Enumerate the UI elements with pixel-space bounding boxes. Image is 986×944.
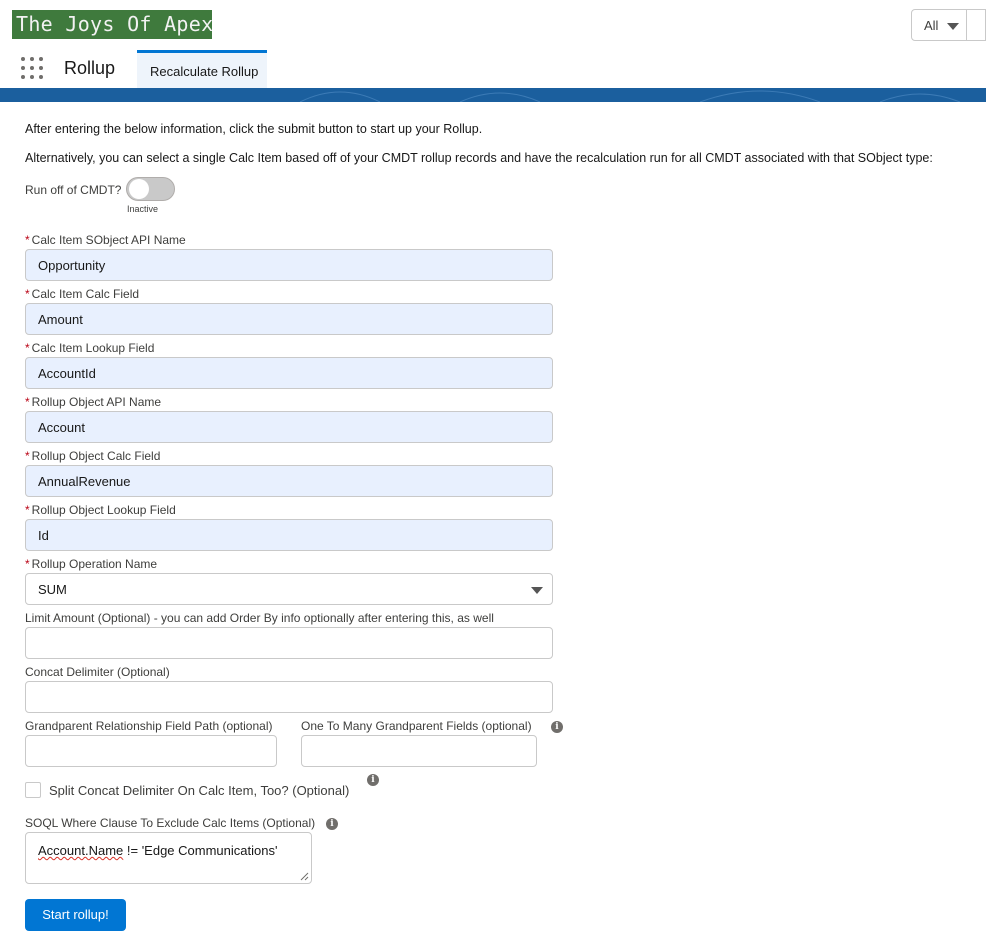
grandparent-path-label: Grandparent Relationship Field Path (opt… (25, 719, 273, 733)
page-banner (0, 88, 986, 102)
start-rollup-button[interactable]: Start rollup! (25, 899, 126, 931)
required-marker: * (25, 557, 30, 571)
calc-item-calc-field-label: * Calc Item Calc Field (25, 287, 140, 301)
chevron-down-icon (531, 587, 543, 594)
banner-pattern (299, 90, 961, 102)
required-marker: * (25, 395, 30, 409)
grandparent-path-input[interactable] (25, 735, 277, 767)
concat-delimiter-input[interactable] (25, 681, 553, 713)
cmdt-toggle-state: Inactive (127, 204, 159, 214)
intro-text: After entering the below information, cl… (25, 122, 483, 136)
rollup-object-api-label: * Rollup Object API Name (25, 395, 162, 409)
spellcheck-word: Account.Name (38, 843, 124, 858)
limit-amount-input[interactable] (25, 627, 553, 659)
required-marker: * (25, 449, 30, 463)
rollup-object-lookup-field-label: * Rollup Object Lookup Field (25, 503, 176, 517)
tab-recalculate-rollup[interactable]: Recalculate Rollup (137, 50, 267, 88)
chevron-down-icon (947, 23, 959, 30)
search-scope-label: All (924, 18, 939, 33)
required-marker: * (25, 287, 30, 301)
rollup-object-lookup-field-input[interactable]: Id (25, 519, 553, 551)
soql-where-label: SOQL Where Clause To Exclude Calc Items … (25, 816, 316, 830)
intro-text-alternative: Alternatively, you can select a single C… (25, 151, 933, 165)
calc-item-lookup-field-input[interactable]: AccountId (25, 357, 553, 389)
info-icon[interactable]: i (326, 818, 338, 830)
calc-item-lookup-field-label: * Calc Item Lookup Field (25, 341, 155, 355)
calc-item-sobject-label: * Calc Item SObject API Name (25, 233, 186, 247)
soql-where-text: != 'Edge Communications' (123, 843, 278, 858)
global-search-input[interactable] (967, 9, 986, 41)
app-name: Rollup (64, 58, 116, 78)
rollup-object-api-input[interactable]: Account (25, 411, 553, 443)
resize-grip-icon[interactable] (300, 872, 309, 881)
toggle-knob (129, 179, 149, 199)
rollup-object-calc-field-input[interactable]: AnnualRevenue (25, 465, 553, 497)
cmdt-toggle-label: Run off of CMDT? (25, 183, 122, 197)
soql-where-textarea[interactable]: Account.Name != 'Edge Communications' (25, 832, 312, 884)
one-to-many-grandparent-input[interactable] (301, 735, 537, 767)
calc-item-sobject-input[interactable]: Opportunity (25, 249, 553, 281)
split-concat-label: Split Concat Delimiter On Calc Item, Too… (49, 783, 350, 798)
required-marker: * (25, 233, 30, 247)
required-marker: * (25, 503, 30, 517)
search-scope-dropdown[interactable]: All (911, 9, 967, 41)
info-icon[interactable]: i (551, 721, 563, 733)
app-logo[interactable]: The Joys Of Apex (12, 10, 212, 39)
info-icon[interactable]: i (367, 774, 379, 786)
limit-amount-label: Limit Amount (Optional) - you can add Or… (25, 611, 494, 625)
cmdt-toggle[interactable] (126, 177, 175, 201)
global-header: The Joys Of Apex All (0, 0, 986, 48)
required-marker: * (25, 341, 30, 355)
calc-item-calc-field-input[interactable]: Amount (25, 303, 553, 335)
app-navigation-bar: Rollup Recalculate Rollup (0, 48, 986, 88)
one-to-many-grandparent-label: One To Many Grandparent Fields (optional… (301, 719, 532, 733)
app-launcher-icon[interactable] (21, 57, 43, 79)
split-concat-checkbox[interactable] (25, 782, 41, 798)
concat-delimiter-label: Concat Delimiter (Optional) (25, 665, 170, 679)
rollup-operation-label: * Rollup Operation Name (25, 557, 158, 571)
rollup-object-calc-field-label: * Rollup Object Calc Field (25, 449, 161, 463)
rollup-operation-select[interactable]: SUM (25, 573, 553, 605)
